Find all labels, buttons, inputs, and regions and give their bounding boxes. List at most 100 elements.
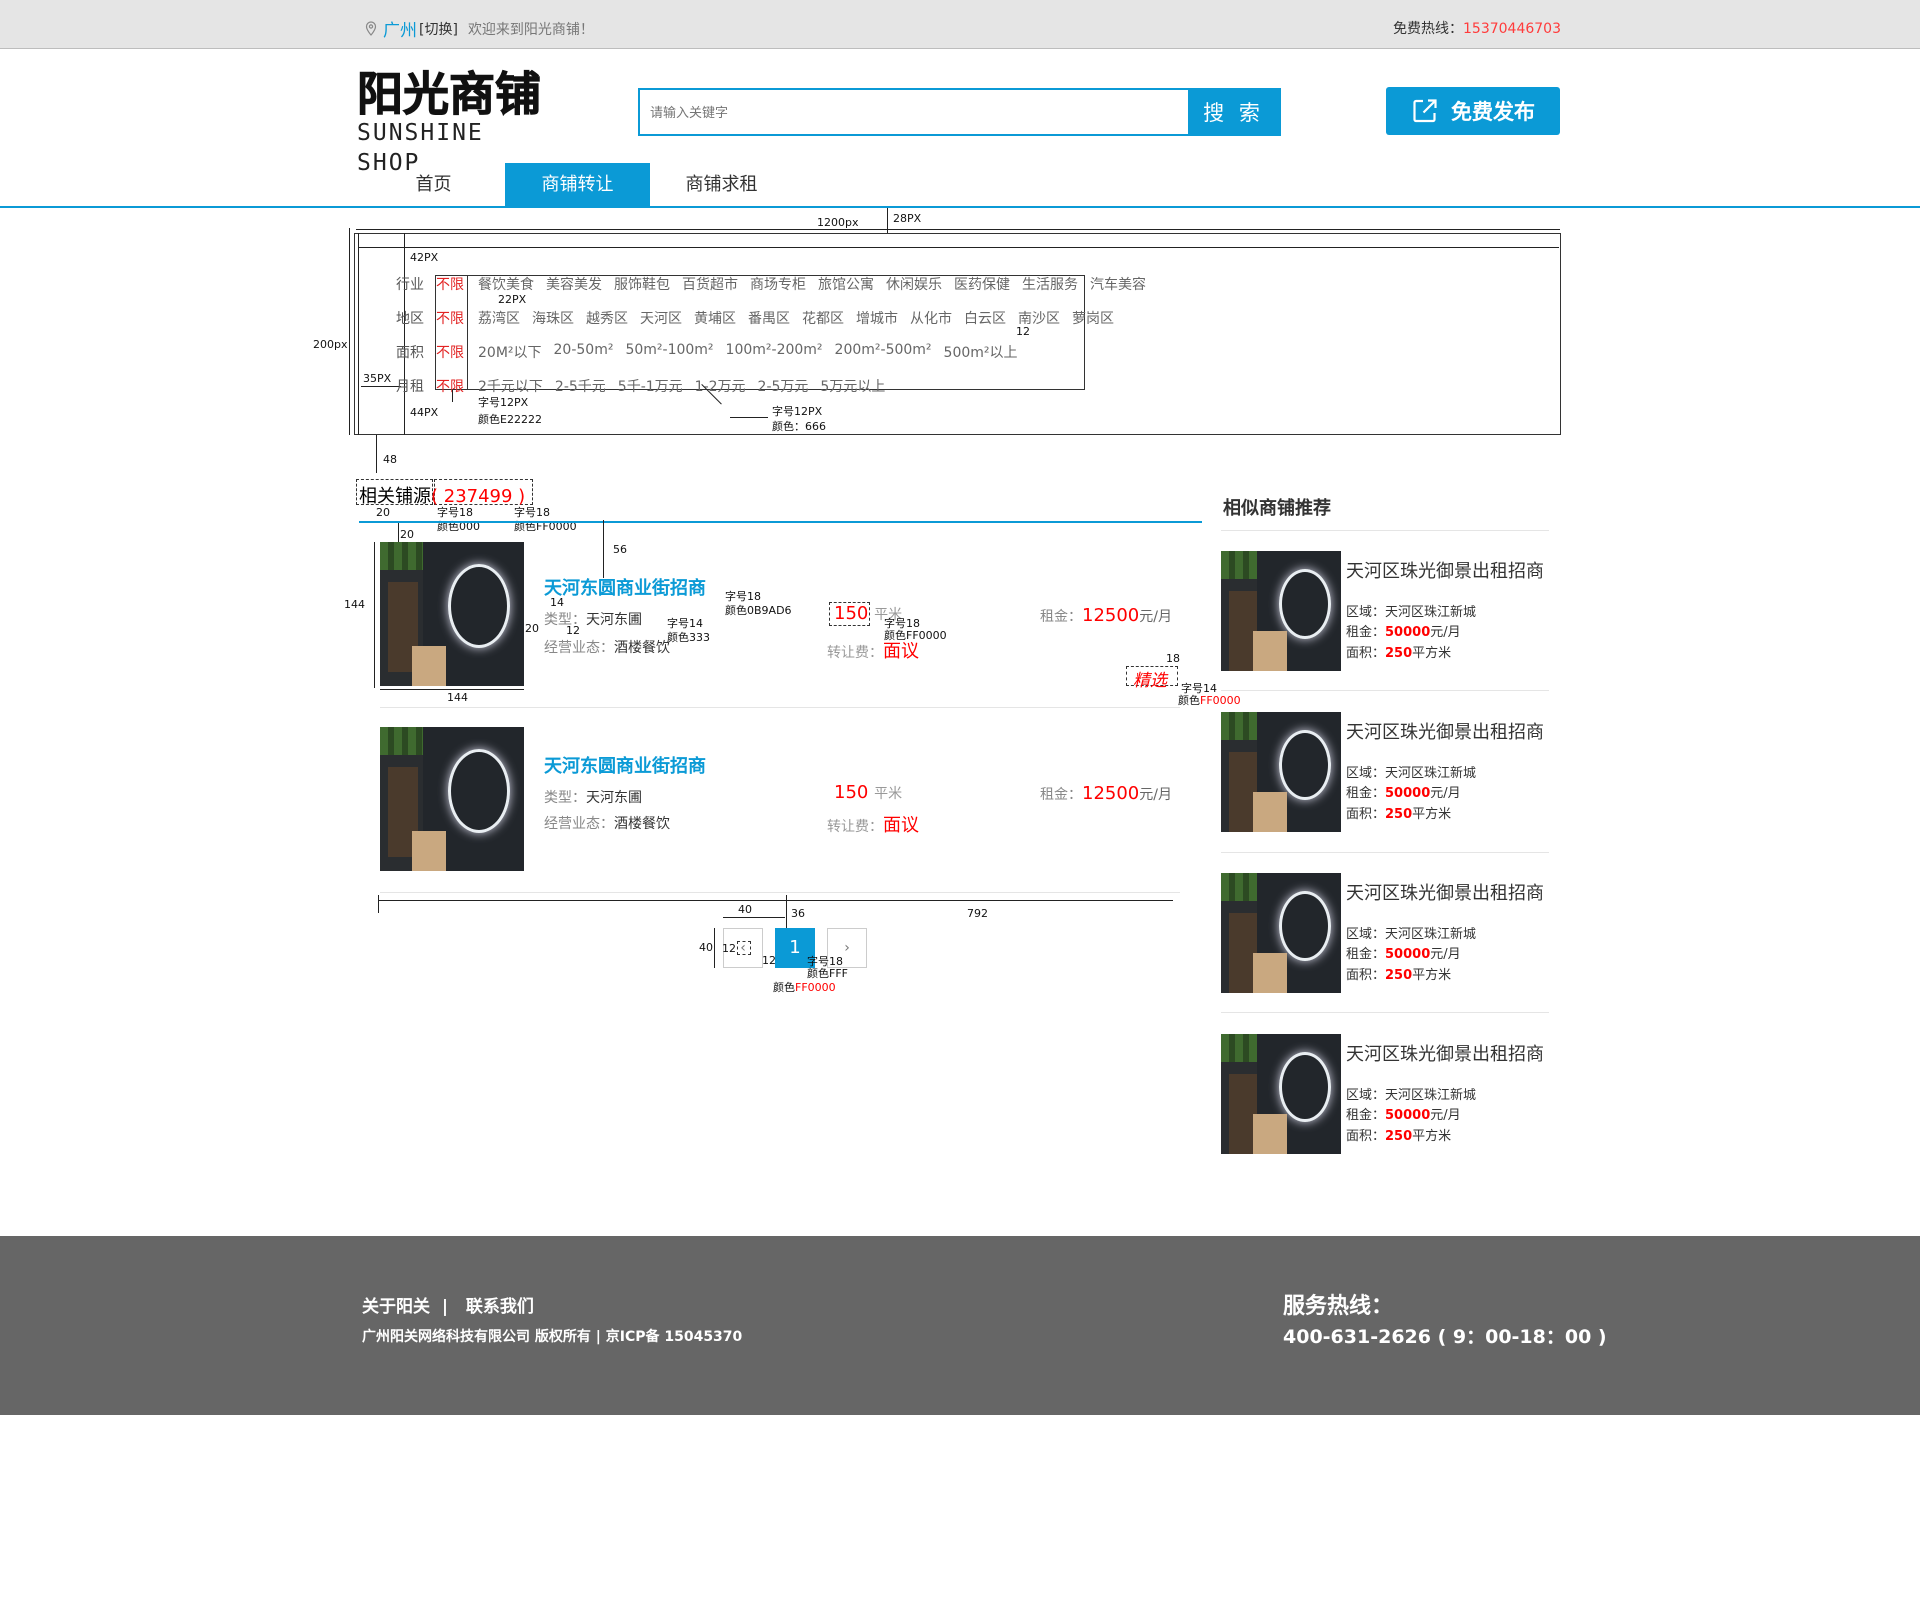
filter-option[interactable]: 越秀区 <box>586 308 628 328</box>
current-city[interactable]: 广州 <box>383 16 417 41</box>
similar-shop-title[interactable]: 天河区珠光御景出租招商 <box>1346 879 1544 905</box>
filter-option[interactable]: 花都区 <box>802 308 844 328</box>
about-link[interactable]: 关于阳关 <box>362 1297 430 1317</box>
filter-option[interactable]: 餐饮美食 <box>478 274 534 294</box>
annotation: 颜色FFF <box>807 967 848 980</box>
switch-city-link[interactable]: [切换] <box>419 19 458 39</box>
contact-link[interactable]: 联系我们 <box>466 1297 534 1317</box>
filter-option[interactable]: 20M²以下 <box>478 342 542 362</box>
filter-option[interactable]: 荔湾区 <box>478 308 520 328</box>
filter-option[interactable]: 黄埔区 <box>694 308 736 328</box>
dim-line <box>359 247 1559 248</box>
filter-option[interactable]: 商场专柜 <box>750 274 806 294</box>
search-button[interactable]: 搜 索 <box>1188 90 1279 134</box>
filter-option[interactable]: 医药保健 <box>954 274 1010 294</box>
filter-option[interactable]: 500m²以上 <box>944 342 1018 362</box>
filter-any[interactable]: 不限 <box>436 376 478 396</box>
similar-shop-rent: 租金：50000元/月 <box>1346 943 1461 962</box>
meta-label: 类型： <box>544 612 586 628</box>
listing-image[interactable] <box>380 727 524 871</box>
annotation: 颜色FF0000 <box>773 981 836 994</box>
hotline-number: 15370446703 <box>1463 21 1561 37</box>
filter-option[interactable]: 番禺区 <box>748 308 790 328</box>
similar-shop-image[interactable] <box>1221 712 1341 832</box>
side-label: 区域： <box>1346 1088 1386 1103</box>
annotation: 12 <box>722 942 736 955</box>
similar-shop-card[interactable]: 天河区珠光御景出租招商 区域：天河区珠江新城 租金：50000元/月 面积：25… <box>1221 865 1549 1012</box>
similar-shop-title[interactable]: 天河区珠光御景出租招商 <box>1346 557 1544 583</box>
filter-option[interactable]: 2-5万元 <box>758 376 809 396</box>
similar-shop-area: 区域：天河区珠江新城 <box>1346 923 1476 942</box>
side-label: 面积： <box>1346 807 1386 822</box>
tab-shop-transfer[interactable]: 商铺转让 <box>505 163 650 206</box>
image-detail <box>1279 891 1331 961</box>
dim-line <box>786 895 787 931</box>
filter-option[interactable]: 20-50m² <box>554 342 614 362</box>
tab-home[interactable]: 首页 <box>361 163 506 206</box>
filter-option[interactable]: 服饰鞋包 <box>614 274 670 294</box>
filter-any[interactable]: 不限 <box>436 274 478 294</box>
rent-label: 租金： <box>1040 787 1082 803</box>
filter-option[interactable]: 100m²-200m² <box>726 342 823 362</box>
filter-option[interactable]: 天河区 <box>640 308 682 328</box>
listing-fee: 转让费：面议 <box>827 811 919 837</box>
similar-shop-title[interactable]: 天河区珠光御景出租招商 <box>1346 718 1544 744</box>
side-label: 租金： <box>1346 1108 1386 1123</box>
annotation: 42PX <box>410 251 439 264</box>
similar-shop-card[interactable]: 天河区珠光御景出租招商 区域：天河区珠江新城 租金：50000元/月 面积：25… <box>1221 543 1549 690</box>
filter-option[interactable]: 5千-1万元 <box>618 376 683 396</box>
annotation: 144 <box>447 691 468 704</box>
publish-button[interactable]: 免费发布 <box>1386 87 1560 135</box>
annotation: 字号12PX <box>772 405 823 418</box>
filter-option[interactable]: 萝岗区 <box>1072 308 1114 328</box>
filter-option[interactable]: 白云区 <box>964 308 1006 328</box>
filter-option[interactable]: 南沙区 <box>1018 308 1060 328</box>
dim-line <box>452 390 453 402</box>
filter-option[interactable]: 百货超市 <box>682 274 738 294</box>
filter-any[interactable]: 不限 <box>436 342 478 362</box>
similar-shop-card[interactable]: 天河区珠光御景出租招商 区域：天河区珠江新城 租金：50000元/月 面积：25… <box>1221 704 1549 851</box>
listing-image[interactable] <box>380 542 524 686</box>
filter-option[interactable]: 200m²-500m² <box>835 342 932 362</box>
filter-option[interactable]: 50m²-100m² <box>625 342 713 362</box>
dim-line <box>358 233 359 435</box>
logo-chinese: 阳光商铺 <box>357 67 542 121</box>
filter-option[interactable]: 2千元以下 <box>478 376 543 396</box>
site-logo[interactable]: 阳光商铺 SUNSHINE SHOP <box>357 67 557 177</box>
similar-shop-image[interactable] <box>1221 1034 1341 1154</box>
filter-option[interactable]: 增城市 <box>856 308 898 328</box>
filter-any[interactable]: 不限 <box>436 308 478 328</box>
filter-option[interactable]: 旅馆公寓 <box>818 274 874 294</box>
search-input[interactable] <box>640 90 1188 134</box>
side-unit: 元/月 <box>1430 947 1461 962</box>
filter-option[interactable]: 休闲娱乐 <box>886 274 942 294</box>
rent-unit: 元/月 <box>1139 609 1172 625</box>
similar-shop-image[interactable] <box>1221 551 1341 671</box>
similar-shop-card[interactable]: 天河区珠光御景出租招商 区域：天河区珠江新城 租金：50000元/月 面积：25… <box>1221 1026 1549 1173</box>
filter-option[interactable]: 海珠区 <box>532 308 574 328</box>
side-unit: 元/月 <box>1430 786 1461 801</box>
main-nav: 首页 商铺转让 商铺求租 <box>0 163 1920 208</box>
filter-option[interactable]: 5万元以上 <box>820 376 885 396</box>
side-value: 250 <box>1385 968 1413 983</box>
filter-option[interactable]: 2-5千元 <box>555 376 606 396</box>
filter-row-size: 面积 不限 20M²以下 20-50m² 50m²-100m² 100m²-20… <box>396 342 1030 362</box>
filter-option[interactable]: 汽车美容 <box>1090 274 1146 294</box>
similar-shop-image[interactable] <box>1221 873 1341 993</box>
filter-option[interactable]: 从化市 <box>910 308 952 328</box>
similar-shop-area: 区域：天河区珠江新城 <box>1346 762 1476 781</box>
dim-line <box>356 229 1560 230</box>
listing-title: 相关铺源 <box>359 486 431 507</box>
side-unit: 平方米 <box>1412 968 1452 983</box>
listing-title-link[interactable]: 天河东圆商业街招商 <box>544 752 706 778</box>
tab-shop-wanted[interactable]: 商铺求租 <box>649 163 794 206</box>
service-hotline-number: 400-631-2626 ( 9：00-18：00 ) <box>1283 1326 1607 1348</box>
listing-title-link[interactable]: 天河东圆商业街招商 <box>544 574 706 600</box>
filter-option[interactable]: 美容美发 <box>546 274 602 294</box>
rent-unit: 元/月 <box>1139 787 1172 803</box>
similar-shop-title[interactable]: 天河区珠光御景出租招商 <box>1346 1040 1544 1066</box>
dim-line <box>376 435 377 473</box>
side-unit: 平方米 <box>1412 807 1452 822</box>
dim-line <box>378 895 379 913</box>
filter-option[interactable]: 生活服务 <box>1022 274 1078 294</box>
